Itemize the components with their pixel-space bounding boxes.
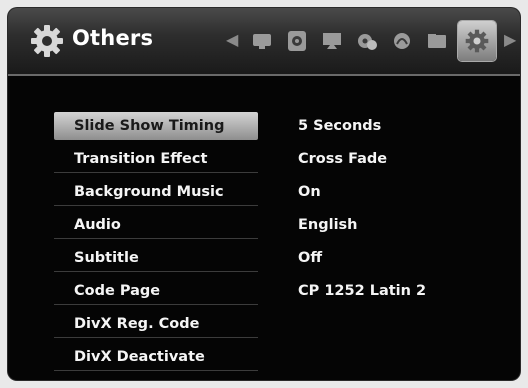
- nav-right-arrow-icon[interactable]: ▶: [504, 30, 516, 49]
- gear-icon: [31, 25, 63, 57]
- menu-value: 5 Seconds: [298, 118, 382, 134]
- menu-row-slide-show-timing[interactable]: Slide Show Timing 5 Seconds: [54, 112, 474, 145]
- monitor-icon[interactable]: [318, 27, 346, 55]
- menu-row-transition-effect[interactable]: Transition Effect Cross Fade: [54, 145, 474, 178]
- menu-label[interactable]: Background Music: [54, 178, 258, 206]
- menu-row-divx-reg-code[interactable]: DivX Reg. Code: [54, 310, 474, 343]
- gear-icon[interactable]: [458, 21, 497, 61]
- tv-screen-icon[interactable]: [248, 27, 276, 55]
- settings-screen: Others ◀ ▶ Slide Show Timing 5 Seconds T…: [8, 8, 520, 380]
- disc-icon[interactable]: [283, 27, 311, 55]
- menu-row-code-page[interactable]: Code Page CP 1252 Latin 2: [54, 277, 474, 310]
- settings-menu: Slide Show Timing 5 Seconds Transition E…: [54, 112, 474, 376]
- speaker-icon[interactable]: [388, 27, 416, 55]
- menu-label[interactable]: Slide Show Timing: [54, 112, 258, 140]
- menu-label[interactable]: Transition Effect: [54, 145, 258, 173]
- menu-row-audio[interactable]: Audio English: [54, 211, 474, 244]
- menu-label[interactable]: DivX Deactivate: [54, 343, 258, 371]
- header-bar: Others ◀ ▶: [8, 8, 520, 76]
- menu-value: English: [298, 217, 358, 233]
- menu-value: CP 1252 Latin 2: [298, 283, 427, 299]
- menu-row-divx-deactivate[interactable]: DivX Deactivate: [54, 343, 474, 376]
- settings-sub-icon[interactable]: [353, 27, 381, 55]
- page-title: Others: [72, 26, 154, 50]
- menu-label[interactable]: Subtitle: [54, 244, 258, 272]
- nav-left-arrow-icon[interactable]: ◀: [226, 30, 238, 49]
- menu-value: Cross Fade: [298, 151, 388, 167]
- menu-value: On: [298, 184, 321, 200]
- category-nav: [244, 18, 500, 64]
- folder-icon[interactable]: [423, 27, 451, 55]
- menu-label[interactable]: Code Page: [54, 277, 258, 305]
- menu-label[interactable]: DivX Reg. Code: [54, 310, 258, 338]
- menu-label[interactable]: Audio: [54, 211, 258, 239]
- menu-row-subtitle[interactable]: Subtitle Off: [54, 244, 474, 277]
- menu-row-background-music[interactable]: Background Music On: [54, 178, 474, 211]
- menu-value: Off: [298, 250, 323, 266]
